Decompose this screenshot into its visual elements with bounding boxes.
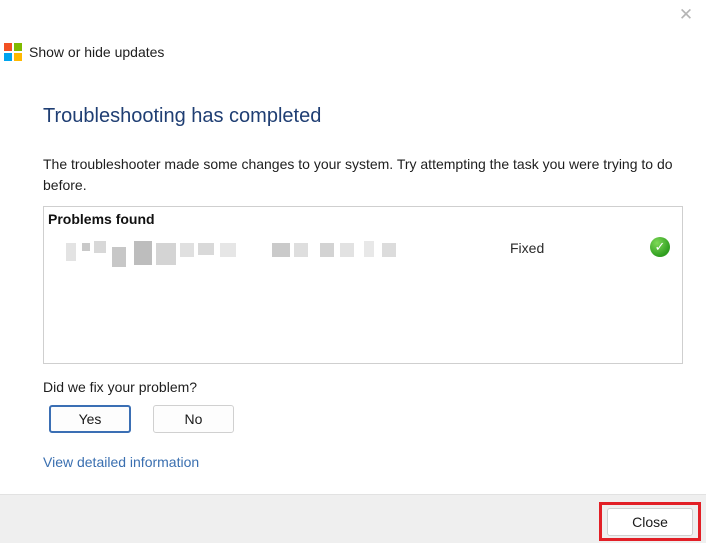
app-title: Show or hide updates [29,44,165,60]
page-title: Troubleshooting has completed [43,105,322,127]
windows-logo-icon [4,43,22,61]
yes-button[interactable]: Yes [49,405,131,433]
close-icon[interactable]: ✕ [676,5,696,25]
close-button[interactable]: Close [607,508,693,536]
problem-row: Fixed ✓ [44,237,682,267]
view-details-link[interactable]: View detailed information [43,454,199,470]
redacted-problem-name [64,241,404,267]
description-text: The troubleshooter made some changes to … [43,156,673,193]
problems-header: Problems found [48,211,155,227]
no-button[interactable]: No [153,405,234,433]
problem-status: Fixed [510,240,545,256]
troubleshooter-window: ✕ Show or hide updates Troubleshooting h… [0,0,706,543]
app-header: Show or hide updates [4,42,164,62]
feedback-question: Did we fix your problem? [43,379,198,395]
problems-list: Problems found Fixed ✓ [43,206,683,364]
check-circle-icon: ✓ [650,237,670,257]
